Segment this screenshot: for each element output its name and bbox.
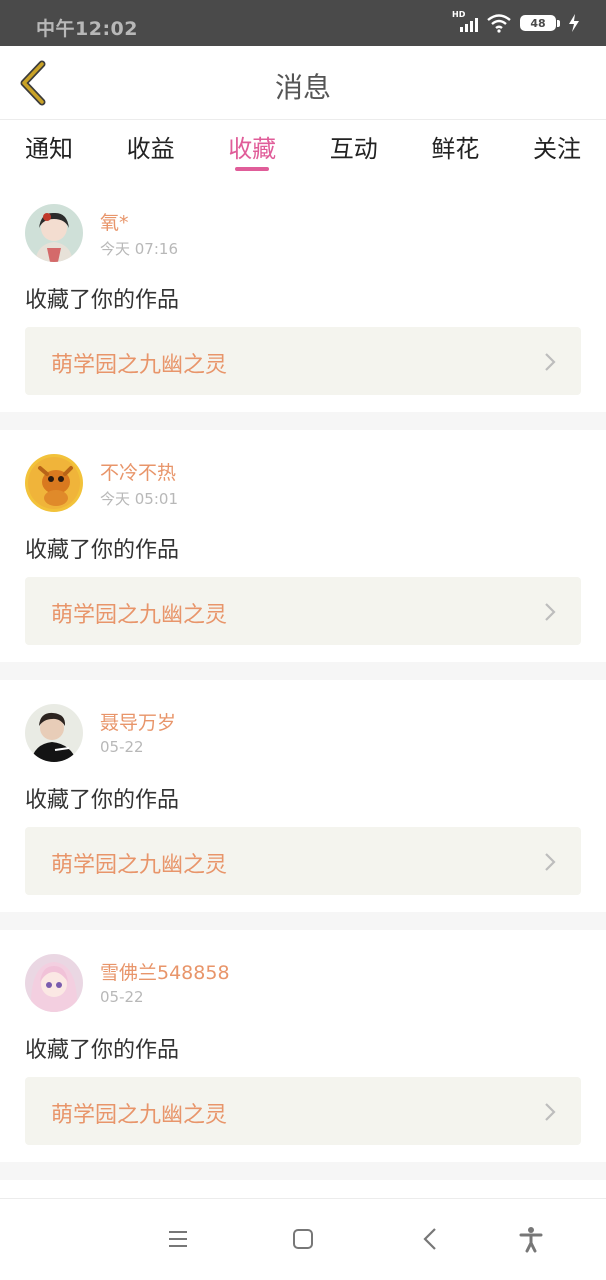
chevron-right-icon: [545, 853, 556, 871]
tab-favorites[interactable]: 收藏: [213, 121, 291, 179]
message-time: 今天 05:01: [100, 490, 178, 508]
chevron-right-icon: [545, 1103, 556, 1121]
app-header: 消息: [0, 46, 606, 120]
tab-earnings[interactable]: 收益: [112, 121, 190, 179]
work-title: 萌学园之九幽之灵: [51, 1103, 228, 1128]
message-card: 不冷不热 今天 05:01 收藏了你的作品 萌学园之九幽之灵: [0, 430, 606, 662]
message-card: 聂导万岁 05-22 收藏了你的作品 萌学园之九幽之灵: [0, 680, 606, 912]
home-square-icon[interactable]: [289, 1225, 317, 1253]
divider: [0, 1162, 606, 1180]
chevron-right-icon: [545, 353, 556, 371]
work-title: 萌学园之九幽之灵: [51, 353, 228, 378]
message-action: 收藏了你的作品: [25, 1038, 180, 1063]
tab-flowers[interactable]: 鲜花: [416, 121, 494, 179]
user-name[interactable]: 不冷不热: [100, 458, 176, 485]
back-arrow-icon[interactable]: [417, 1225, 445, 1253]
signal-icon: HD: [452, 10, 478, 33]
accessibility-icon[interactable]: [517, 1225, 545, 1253]
avatar[interactable]: [25, 454, 83, 512]
battery-level: 48: [530, 16, 546, 30]
tab-interaction[interactable]: 互动: [315, 121, 393, 179]
tab-bar: 通知 收益 收藏 互动 鲜花 关注: [0, 121, 606, 179]
message-action: 收藏了你的作品: [25, 538, 180, 563]
work-link[interactable]: 萌学园之九幽之灵: [25, 327, 581, 395]
message-card: 氧* 今天 07:16 收藏了你的作品 萌学园之九幽之灵: [0, 180, 606, 412]
divider: [0, 662, 606, 680]
system-nav-bar: [0, 1198, 606, 1280]
message-time: 05-22: [100, 988, 144, 1006]
menu-icon[interactable]: [164, 1225, 192, 1253]
message-card: 雪佛兰548858 05-22 收藏了你的作品 萌学园之九幽之灵: [0, 930, 606, 1162]
message-list: 氧* 今天 07:16 收藏了你的作品 萌学园之九幽之灵 不冷不热 今天 05:…: [0, 180, 606, 1180]
work-link[interactable]: 萌学园之九幽之灵: [25, 827, 581, 895]
work-link[interactable]: 萌学园之九幽之灵: [25, 577, 581, 645]
wifi-icon: [487, 14, 511, 33]
battery-icon: 48: [520, 15, 560, 31]
avatar[interactable]: [25, 704, 83, 762]
avatar[interactable]: [25, 954, 83, 1012]
work-title: 萌学园之九幽之灵: [51, 853, 228, 878]
work-title: 萌学园之九幽之灵: [51, 603, 228, 628]
avatar[interactable]: [25, 204, 83, 262]
message-time: 今天 07:16: [100, 240, 178, 258]
page-title: 消息: [274, 71, 331, 104]
message-time: 05-22: [100, 738, 144, 756]
user-name[interactable]: 雪佛兰548858: [100, 958, 230, 985]
charging-icon: [569, 14, 579, 32]
status-bar: 中午12:02 HD 48: [0, 0, 606, 46]
user-name[interactable]: 氧*: [100, 208, 129, 235]
tab-following[interactable]: 关注: [518, 121, 596, 179]
status-icons: HD 48: [452, 10, 580, 34]
chevron-right-icon: [545, 603, 556, 621]
active-tab-indicator: [235, 167, 270, 171]
message-action: 收藏了你的作品: [25, 788, 180, 813]
tab-notice[interactable]: 通知: [10, 121, 88, 179]
divider: [0, 412, 606, 430]
work-link[interactable]: 萌学园之九幽之灵: [25, 1077, 581, 1145]
user-name[interactable]: 聂导万岁: [100, 708, 176, 735]
divider: [0, 912, 606, 930]
message-action: 收藏了你的作品: [25, 288, 180, 313]
status-time: 中午12:02: [36, 18, 138, 40]
